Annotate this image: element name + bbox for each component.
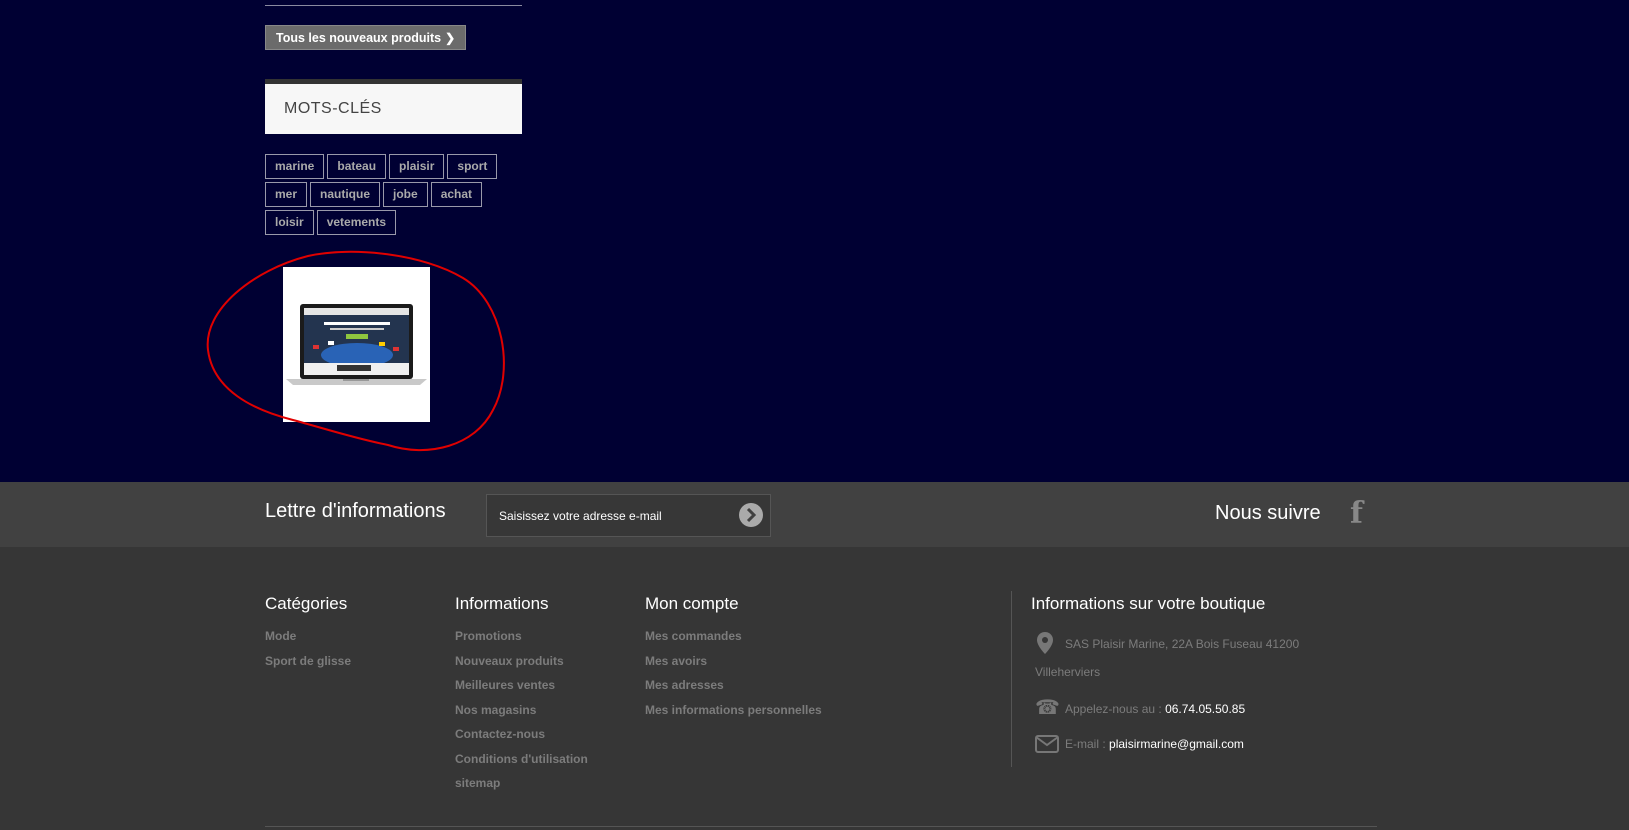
footer-bottom-divider [265, 826, 1377, 827]
tags-title: MOTS-CLÉS [284, 100, 382, 117]
store-email-address[interactable]: plaisirmarine@gmail.com [1109, 737, 1244, 751]
tag-loisir[interactable]: loisir [265, 210, 314, 235]
store-address-line1: SAS Plaisir Marine, 22A Bois Fuseau 4120… [1065, 637, 1300, 651]
tag-sport[interactable]: sport [447, 154, 498, 179]
footer-link-mes-informations[interactable]: Mes informations personnelles [645, 698, 822, 723]
envelope-icon [1035, 735, 1059, 753]
footer-link-nos-magasins[interactable]: Nos magasins [455, 698, 588, 723]
footer-link-mes-adresses[interactable]: Mes adresses [645, 673, 822, 698]
footer-categories: Catégories Mode Sport de glisse [265, 594, 351, 673]
footer-account: Mon compte Mes commandes Mes avoirs Mes … [645, 594, 822, 722]
laptop-ad-image[interactable] [283, 267, 430, 422]
store-email-label: E-mail : [1065, 737, 1110, 751]
tag-nautique[interactable]: nautique [310, 182, 381, 207]
tag-vetements[interactable]: vetements [316, 210, 397, 235]
footer-divider [1011, 591, 1012, 767]
footer-link-mode[interactable]: Mode [265, 624, 351, 649]
facebook-icon[interactable]: f [1350, 496, 1363, 531]
footer-link-mes-commandes[interactable]: Mes commandes [645, 624, 822, 649]
store-phone-number[interactable]: 06.74.05.50.85 [1165, 702, 1245, 716]
footer-store-info: Informations sur votre boutique SAS Plai… [1031, 594, 1331, 756]
map-marker-icon [1037, 632, 1053, 654]
newsletter-email-input[interactable] [497, 505, 731, 527]
chevron-right-icon: ❯ [445, 31, 456, 45]
footer-link-promotions[interactable]: Promotions [455, 624, 588, 649]
tag-jobe[interactable]: jobe [383, 182, 428, 207]
tag-achat[interactable]: achat [430, 182, 483, 207]
footer-link-nouveaux-produits[interactable]: Nouveaux produits [455, 649, 588, 674]
tags-block: MOTS-CLÉS marine bateau plaisir sport mer na… [265, 79, 522, 238]
footer-informations: Informations Promotions Nouveaux produit… [455, 594, 588, 796]
store-phone-label: Appelez-nous au : [1065, 702, 1166, 716]
arrow-right-icon [746, 507, 757, 523]
tag-marine[interactable]: marine [265, 154, 325, 179]
footer-link-sport-de-glisse[interactable]: Sport de glisse [265, 649, 351, 674]
tags-list: marine bateau plaisir sport mer nautique jobe… [265, 154, 522, 235]
footer-categories-title: Catégories [265, 594, 348, 613]
footer-link-meilleures-ventes[interactable]: Meilleures ventes [455, 673, 588, 698]
footer-store-title: Informations sur votre boutique [1031, 594, 1266, 613]
newsletter-bar: Lettre d'informations Nous suivre f [0, 482, 1629, 547]
store-phone-line: Appelez-nous au : 06.74.05.50.85 [1065, 702, 1245, 716]
footer: Catégories Mode Sport de glisse Informat… [0, 547, 1629, 830]
tag-plaisir[interactable]: plaisir [389, 154, 445, 179]
footer-account-title: Mon compte [645, 594, 739, 613]
follow-title: Nous suivre [1215, 502, 1321, 524]
tag-mer[interactable]: mer [265, 182, 308, 207]
laptop-illustration [286, 304, 427, 385]
phone-icon: ☎ [1035, 697, 1060, 719]
tag-row: mer nautique jobe achat [265, 182, 522, 207]
newsletter-title: Lettre d'informations [265, 500, 446, 522]
store-email-line: E-mail : plaisirmarine@gmail.com [1065, 737, 1244, 751]
footer-link-contactez-nous[interactable]: Contactez-nous [455, 722, 588, 747]
footer-link-mes-avoirs[interactable]: Mes avoirs [645, 649, 822, 674]
divider-line [265, 5, 522, 6]
newsletter-submit-button[interactable] [739, 503, 763, 527]
footer-informations-title: Informations [455, 594, 549, 613]
all-new-products-label: Tous les nouveaux produits [276, 31, 442, 45]
newsletter-form [486, 494, 771, 537]
all-new-products-button[interactable]: Tous les nouveaux produits ❯ [265, 25, 467, 50]
store-address-line2: Villeherviers [1035, 665, 1101, 679]
tag-row: loisir vetements [265, 210, 522, 235]
footer-link-sitemap[interactable]: sitemap [455, 771, 588, 796]
tag-bateau[interactable]: bateau [327, 154, 387, 179]
tag-row: marine bateau plaisir sport [265, 154, 522, 179]
tags-header: MOTS-CLÉS [265, 79, 522, 134]
footer-link-conditions[interactable]: Conditions d'utilisation [455, 747, 588, 772]
